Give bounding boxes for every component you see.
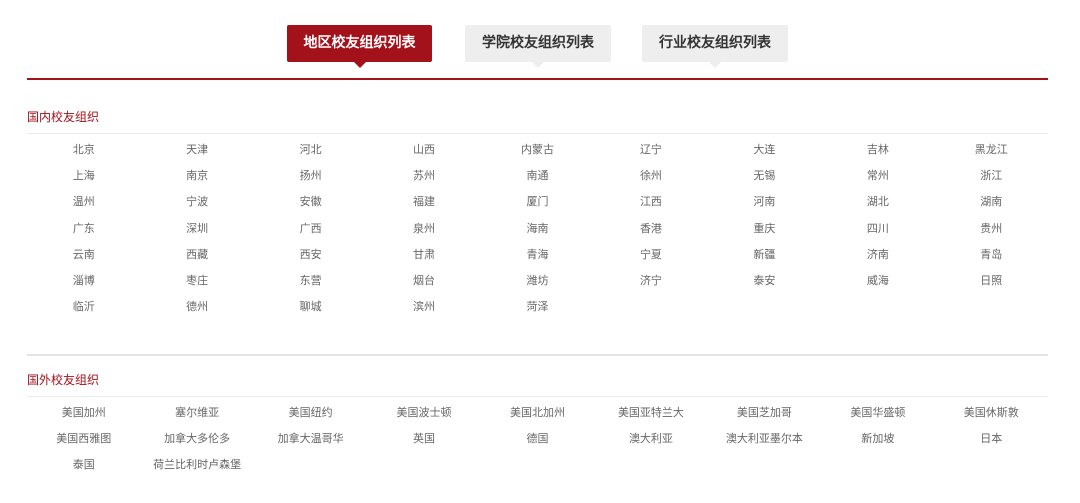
overseas-org-link[interactable]: 美国亚特兰大 (594, 406, 707, 432)
domestic-org-link[interactable]: 湖南 (935, 195, 1048, 221)
domestic-org-link[interactable]: 四川 (821, 222, 934, 248)
domestic-org-link[interactable]: 宁波 (140, 195, 253, 221)
tab-bar: 地区校友组织列表 学院校友组织列表 行业校友组织列表 (0, 25, 1080, 68)
domestic-org-link[interactable]: 辽宁 (594, 143, 707, 169)
overseas-org-link[interactable]: 美国加州 (27, 406, 140, 432)
tab-industry-list-label: 行业校友组织列表 (659, 35, 771, 51)
domestic-org-link[interactable]: 深圳 (140, 222, 253, 248)
domestic-org-link[interactable]: 贵州 (935, 222, 1048, 248)
overseas-org-link[interactable]: 加拿大多伦多 (140, 432, 253, 458)
overseas-org-link[interactable]: 美国华盛顿 (821, 406, 934, 432)
overseas-org-link[interactable]: 澳大利亚墨尔本 (708, 432, 821, 458)
domestic-org-link[interactable]: 东营 (254, 274, 367, 300)
tab-region-list[interactable]: 地区校友组织列表 (287, 25, 432, 68)
domestic-org-link[interactable]: 重庆 (708, 222, 821, 248)
domestic-org-link[interactable]: 常州 (821, 169, 934, 195)
domestic-org-link[interactable]: 枣庄 (140, 274, 253, 300)
tab-college-list-label: 学院校友组织列表 (482, 35, 594, 51)
domestic-org-link[interactable]: 西藏 (140, 248, 253, 274)
overseas-org-link[interactable]: 塞尔维亚 (140, 406, 253, 432)
tab-caret (709, 62, 721, 68)
domestic-org-link[interactable]: 安徽 (254, 195, 367, 221)
domestic-org-link[interactable]: 潍坊 (481, 274, 594, 300)
domestic-org-link[interactable]: 济南 (821, 248, 934, 274)
domestic-org-link[interactable]: 西安 (254, 248, 367, 274)
overseas-org-grid: 美国加州 塞尔维亚 美国纽约 美国波士顿 美国北加州 美国亚特兰大 美国芝加哥 美国华盛顿 美国… (27, 397, 1048, 484)
domestic-org-link[interactable]: 黑龙江 (935, 143, 1048, 169)
domestic-org-link[interactable]: 苏州 (367, 169, 480, 195)
domestic-org-link[interactable]: 无锡 (708, 169, 821, 195)
domestic-org-link[interactable]: 新疆 (708, 248, 821, 274)
domestic-org-grid: 北京 天津 河北 山西 内蒙古 辽宁 大连 吉林 黑龙江上海 南京 扬州 苏州 南通 徐州 无锡 常州 浙江温州… (27, 134, 1048, 326)
domestic-org-link[interactable]: 南京 (140, 169, 253, 195)
domestic-org-link[interactable]: 云南 (27, 248, 140, 274)
tab-caret (353, 62, 366, 68)
domestic-org-link[interactable]: 德州 (140, 300, 253, 326)
domestic-org-link[interactable]: 菏泽 (481, 300, 594, 326)
domestic-org-link[interactable]: 温州 (27, 195, 140, 221)
section-separator (27, 354, 1048, 356)
tab-caret (532, 62, 544, 68)
domestic-org-link[interactable]: 内蒙古 (481, 143, 594, 169)
domestic-org-link[interactable]: 湖北 (821, 195, 934, 221)
domestic-org-link[interactable]: 临沂 (27, 300, 140, 326)
overseas-org-link[interactable]: 荷兰比利时卢森堡 (140, 458, 253, 484)
tab-region-list-label: 地区校友组织列表 (303, 35, 416, 51)
domestic-org-link[interactable]: 海南 (481, 222, 594, 248)
domestic-org-link[interactable]: 吉林 (821, 143, 934, 169)
overseas-org-link[interactable]: 美国休斯敦 (935, 406, 1048, 432)
tab-underline-divider (27, 78, 1048, 80)
overseas-org-link[interactable]: 美国纽约 (254, 406, 367, 432)
domestic-org-link[interactable]: 南通 (481, 169, 594, 195)
domestic-org-link[interactable]: 甘肃 (367, 248, 480, 274)
domestic-section: 国内校友组织 北京 天津 河北 山西 内蒙古 辽宁 大连 吉林 黑龙江上海 南京 扬州 苏州 南通 徐州无… (27, 108, 1048, 326)
domestic-org-link[interactable]: 浙江 (935, 169, 1048, 195)
domestic-org-link[interactable]: 聊城 (254, 300, 367, 326)
domestic-org-link[interactable]: 青海 (481, 248, 594, 274)
domestic-org-link[interactable]: 河北 (254, 143, 367, 169)
domestic-org-link[interactable]: 泉州 (367, 222, 480, 248)
overseas-org-link[interactable]: 日本 (935, 432, 1048, 458)
domestic-org-link[interactable]: 北京 (27, 143, 140, 169)
domestic-section-title: 国内校友组织 (27, 110, 100, 124)
domestic-org-link[interactable]: 天津 (140, 143, 253, 169)
domestic-org-link[interactable]: 香港 (594, 222, 707, 248)
overseas-org-link[interactable]: 英国 (367, 432, 480, 458)
domestic-org-link[interactable]: 厦门 (481, 195, 594, 221)
domestic-org-link[interactable]: 河南 (708, 195, 821, 221)
overseas-section-title: 国外校友组织 (27, 373, 100, 387)
tab-college-list[interactable]: 学院校友组织列表 (465, 25, 611, 68)
domestic-org-link[interactable]: 淄博 (27, 274, 140, 300)
overseas-org-link[interactable]: 德国 (481, 432, 594, 458)
overseas-org-link[interactable]: 加拿大温哥华 (254, 432, 367, 458)
domestic-org-link[interactable]: 广东 (27, 222, 140, 248)
domestic-org-link[interactable]: 烟台 (367, 274, 480, 300)
domestic-org-link[interactable]: 济宁 (594, 274, 707, 300)
domestic-org-link[interactable]: 徐州 (594, 169, 707, 195)
domestic-org-link[interactable]: 宁夏 (594, 248, 707, 274)
overseas-org-link[interactable]: 澳大利亚 (594, 432, 707, 458)
overseas-org-link[interactable]: 美国波士顿 (367, 406, 480, 432)
overseas-org-link[interactable]: 美国芝加哥 (708, 406, 821, 432)
tab-industry-list[interactable]: 行业校友组织列表 (642, 25, 788, 68)
overseas-org-link[interactable]: 美国北加州 (481, 406, 594, 432)
domestic-org-link[interactable]: 江西 (594, 195, 707, 221)
domestic-org-link[interactable]: 上海 (27, 169, 140, 195)
domestic-org-link[interactable]: 滨州 (367, 300, 480, 326)
domestic-org-link[interactable]: 山西 (367, 143, 480, 169)
domestic-org-link[interactable]: 福建 (367, 195, 480, 221)
overseas-section: 国外校友组织 美国加州 塞尔维亚 美国纽约 美国波士顿 美国北加州 美国亚特兰大 美国芝加哥… (27, 371, 1048, 484)
domestic-org-link[interactable]: 大连 (708, 143, 821, 169)
domestic-org-link[interactable]: 日照 (935, 274, 1048, 300)
domestic-org-link[interactable]: 泰安 (708, 274, 821, 300)
domestic-org-link[interactable]: 青岛 (935, 248, 1048, 274)
overseas-org-link[interactable]: 美国西雅图 (27, 432, 140, 458)
domestic-org-link[interactable]: 广西 (254, 222, 367, 248)
overseas-org-link[interactable]: 新加坡 (821, 432, 934, 458)
domestic-org-link[interactable]: 威海 (821, 274, 934, 300)
domestic-org-link[interactable]: 扬州 (254, 169, 367, 195)
overseas-org-link[interactable]: 泰国 (27, 458, 140, 484)
